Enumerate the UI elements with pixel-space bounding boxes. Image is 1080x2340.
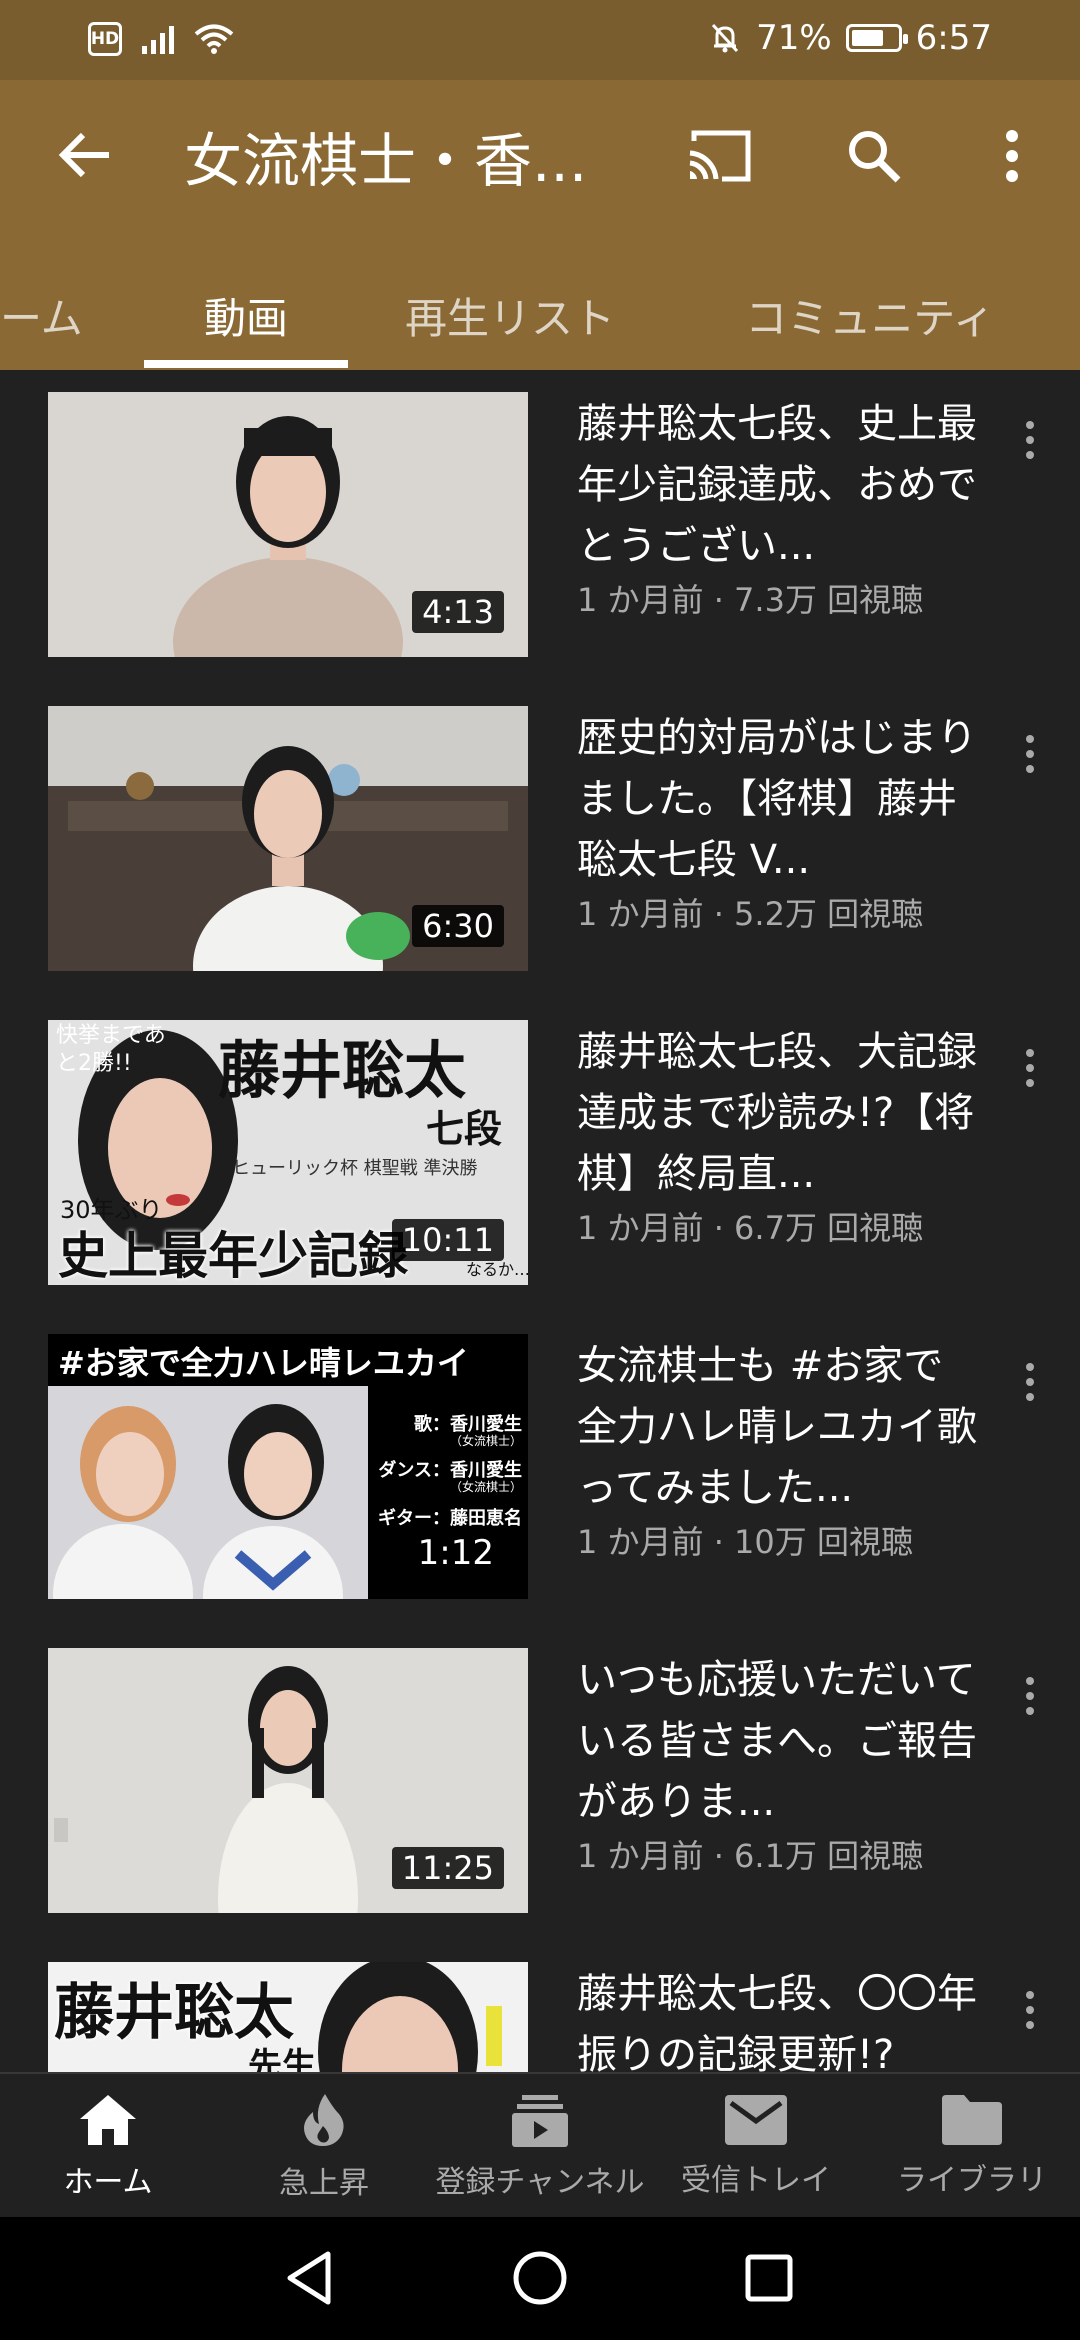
nav-label: ホーム: [63, 2164, 153, 2200]
hd-icon: HD: [88, 22, 122, 56]
video-item[interactable]: 快挙まであと2勝!! 藤井聡太 七段 ヒューリック杯 棋聖戦 準決勝 30年ぶり…: [0, 998, 1080, 1285]
channel-title: 女流棋士・香...: [184, 127, 588, 195]
search-icon: [849, 131, 901, 183]
channel-tabs: ーム 動画 再生リスト コミュニティ: [0, 260, 1080, 370]
video-menu-button[interactable]: [1010, 1352, 1050, 1412]
triangle-back-icon: [287, 2251, 331, 2305]
video-duration: 6:30: [412, 905, 504, 947]
tab-home[interactable]: ーム: [0, 260, 90, 370]
video-item[interactable]: 11:25 いつも応援いただいている皆さまへ。ご報告がありま... 1 か月前 …: [0, 1626, 1080, 1913]
bell-muted-icon: [711, 23, 739, 53]
thumbnail-rank-text: 七段: [426, 1107, 503, 1151]
cast-icon: [689, 130, 751, 182]
thumbnail-headline-text: 史上最年少記録: [58, 1227, 408, 1285]
search-button[interactable]: [834, 116, 914, 196]
more-vert-icon: [1006, 130, 1018, 182]
clock: 6:57: [915, 18, 992, 58]
active-tab-indicator: [144, 360, 348, 368]
video-meta: 1 か月前 · 6.1万 回視聴: [577, 1837, 924, 1875]
thumbnail-credit-sub: （女流棋士）: [449, 1480, 522, 1494]
video-meta: 1 か月前 · 7.3万 回視聴: [577, 581, 924, 619]
video-menu-button[interactable]: [1010, 1980, 1050, 2040]
back-button[interactable]: [50, 120, 120, 190]
cast-button[interactable]: [680, 116, 760, 196]
home-icon: [80, 2094, 136, 2145]
video-menu-button[interactable]: [1010, 1666, 1050, 1726]
system-navigation-bar: [0, 2217, 1080, 2340]
bottom-navigation: ホーム 急上昇 登録チャンネル 受信トレイ ライブラリ: [0, 2072, 1080, 2217]
app-bar: 女流棋士・香... ーム 動画 再生リスト コミュニティ: [0, 80, 1080, 370]
tab-community[interactable]: コミュニティ: [720, 260, 1020, 370]
video-title[interactable]: いつも応援いただいている皆さまへ。ご報告がありま...: [577, 1650, 977, 1833]
video-meta: 1 か月前 · 5.2万 回視聴: [577, 895, 924, 933]
battery-fill: [851, 30, 883, 46]
folder-icon: [942, 2094, 1002, 2145]
video-item[interactable]: 6:30 歴史的対局がはじまりました。【将棋】藤井聡太七段 V... 1 か月前…: [0, 684, 1080, 971]
wifi-icon: [194, 24, 234, 54]
thumbnail-event-text: ヒューリック杯 棋聖戦 準決勝: [232, 1158, 478, 1179]
cell-signal-icon: [142, 24, 174, 54]
video-duration: 1:12: [417, 1533, 494, 1573]
nav-label: 急上昇: [279, 2165, 369, 2201]
video-title[interactable]: 藤井聡太七段、大記録達成まで秒読み!?【将棋】終局直...: [577, 1022, 977, 1205]
video-thumbnail[interactable]: 6:30: [48, 706, 528, 971]
back-arrow-icon: [58, 132, 109, 178]
battery-icon: [845, 24, 908, 52]
thumbnail-badge-text: 快挙まであと2勝!!: [56, 1023, 166, 1076]
thumbnail-name-text: 藤井聡太: [218, 1034, 467, 1107]
more-options-button[interactable]: [972, 116, 1052, 196]
square-recents-icon: [745, 2254, 793, 2302]
thumbnail-banner-text: #お家で全力ハレ晴レユカイ: [58, 1344, 469, 1382]
video-thumbnail[interactable]: #お家で全力ハレ晴レユカイ 歌：香川愛生 （女流棋士） ダンス：香川愛生 （女流…: [48, 1334, 528, 1599]
video-duration: 11:25: [391, 1847, 504, 1889]
thumbnail-credit-text: ギター：藤田恵名: [378, 1508, 522, 1529]
video-thumbnail[interactable]: 藤井聡太 先生: [48, 1962, 528, 2072]
video-meta: 1 か月前 · 10万 回視聴: [577, 1523, 913, 1561]
nav-label: 受信トレイ: [681, 2162, 831, 2198]
video-title[interactable]: 藤井聡太七段、〇〇年振りの記録更新!?: [577, 1964, 977, 2072]
system-recents-button[interactable]: [734, 2243, 804, 2313]
system-home-button[interactable]: [505, 2243, 575, 2313]
video-thumbnail[interactable]: 11:25: [48, 1648, 528, 1913]
video-title[interactable]: 女流棋士も #お家で全力ハレ晴レユカイ歌ってみました...: [577, 1336, 977, 1519]
thumbnail-credit-sub: （女流棋士）: [449, 1434, 522, 1448]
system-back-button[interactable]: [274, 2243, 344, 2313]
video-item[interactable]: 4:13 藤井聡太七段、史上最年少記録達成、おめでとうござい... 1 か月前 …: [0, 370, 1080, 657]
nav-trending[interactable]: 急上昇: [216, 2074, 432, 2219]
nav-subscriptions[interactable]: 登録チャンネル: [432, 2074, 648, 2219]
video-item[interactable]: #お家で全力ハレ晴レユカイ 歌：香川愛生 （女流棋士） ダンス：香川愛生 （女流…: [0, 1312, 1080, 1599]
nav-home[interactable]: ホーム: [0, 2074, 216, 2219]
video-menu-button[interactable]: [1010, 724, 1050, 784]
nav-label: ライブラリ: [897, 2162, 1047, 2198]
battery-percent: 71%: [756, 18, 832, 58]
video-menu-button[interactable]: [1010, 1038, 1050, 1098]
video-menu-button[interactable]: [1010, 410, 1050, 470]
subscriptions-icon: [512, 2094, 568, 2147]
nav-label: 登録チャンネル: [435, 2164, 645, 2200]
thumbnail-honorific-text: 先生: [248, 2046, 316, 2072]
tab-videos[interactable]: 動画: [144, 260, 348, 370]
video-title[interactable]: 藤井聡太七段、史上最年少記録達成、おめでとうござい...: [577, 394, 977, 577]
video-meta: 1 か月前 · 6.7万 回視聴: [577, 1209, 924, 1247]
video-thumbnail[interactable]: 4:13: [48, 392, 528, 657]
tab-playlists[interactable]: 再生リスト: [395, 260, 625, 370]
video-thumbnail[interactable]: 快挙まであと2勝!! 藤井聡太 七段 ヒューリック杯 棋聖戦 準決勝 30年ぶり…: [48, 1020, 528, 1285]
video-list: 4:13 藤井聡太七段、史上最年少記録達成、おめでとうござい... 1 か月前 …: [0, 370, 1080, 2072]
flame-icon: [304, 2093, 344, 2146]
nav-inbox[interactable]: 受信トレイ: [648, 2074, 864, 2219]
video-title[interactable]: 歴史的対局がはじまりました。【将棋】藤井聡太七段 V...: [577, 708, 977, 891]
video-duration: 10:11: [391, 1219, 504, 1261]
video-item[interactable]: 藤井聡太 先生 藤井聡太七段、〇〇年振りの記録更新!?: [0, 1940, 1080, 2072]
circle-home-icon: [513, 2251, 567, 2305]
status-bar: HD 71% 6:57: [0, 0, 1080, 80]
mail-icon: [725, 2094, 787, 2145]
nav-library[interactable]: ライブラリ: [864, 2074, 1080, 2219]
video-duration: 4:13: [412, 591, 504, 633]
